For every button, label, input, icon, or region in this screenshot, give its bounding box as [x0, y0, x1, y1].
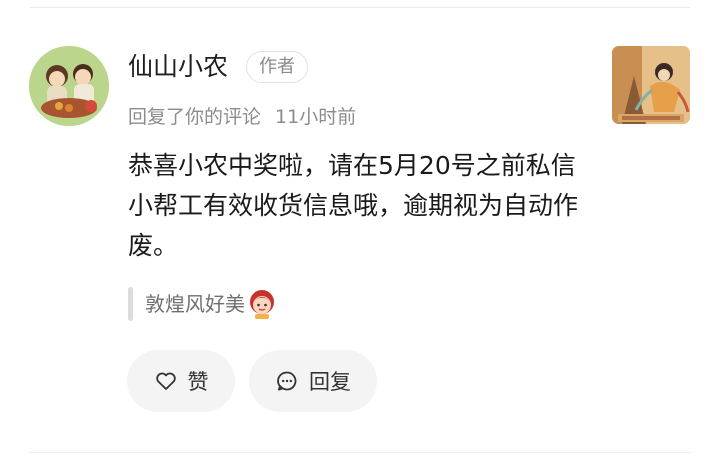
dunhuang-artwork-thumbnail-icon [612, 46, 690, 124]
woman-emoji-icon [250, 290, 274, 319]
bottom-divider [30, 452, 690, 453]
comment-bubble-icon [277, 371, 297, 391]
quoted-comment[interactable]: 敦煌风好美 [128, 286, 277, 322]
reply-button[interactable]: 回复 [249, 350, 377, 412]
avatar-illustration-icon [29, 46, 109, 126]
author-badge: 作者 [246, 51, 308, 83]
like-button[interactable]: 赞 [127, 350, 235, 412]
like-label: 赞 [187, 370, 209, 394]
heart-icon [155, 372, 176, 390]
timestamp: 11小时前 [275, 106, 357, 128]
reply-label: 回复 [309, 370, 351, 394]
comment-content: 恭喜小农中奖啦，请在5月20号之前私信小帮工有效收货信息哦，逾期视为自动作废。 [128, 151, 579, 260]
post-thumbnail[interactable] [612, 46, 690, 124]
action-text: 回复了你的评论 [128, 106, 262, 128]
comment-meta: 回复了你的评论 11小时前 [128, 104, 356, 130]
quote-bar [128, 287, 133, 321]
quote-text: 敦煌风好美 [145, 292, 245, 316]
username[interactable]: 仙山小农 [128, 50, 228, 84]
top-divider [30, 7, 690, 8]
user-avatar[interactable] [29, 46, 109, 126]
